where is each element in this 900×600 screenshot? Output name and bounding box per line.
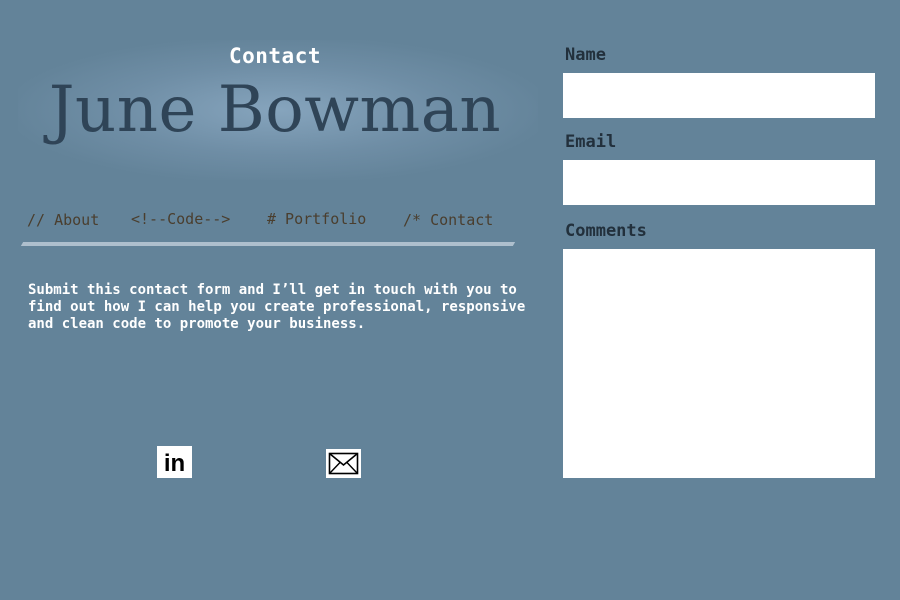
nav-link-about[interactable]: // About bbox=[27, 211, 99, 229]
nav-link-code[interactable]: <!--Code--> bbox=[131, 210, 230, 228]
name-label: Name bbox=[565, 45, 606, 65]
main-nav: // About <!--Code--> # Portfolio /* Cont… bbox=[27, 208, 517, 234]
envelope-icon bbox=[326, 449, 361, 478]
nav-link-contact[interactable]: /* Contact bbox=[403, 211, 493, 229]
name-field[interactable] bbox=[563, 73, 875, 118]
nav-divider bbox=[20, 242, 516, 246]
nav-link-portfolio[interactable]: # Portfolio bbox=[267, 210, 366, 228]
email-label: Email bbox=[565, 132, 617, 152]
page-label: Contact bbox=[228, 44, 321, 68]
intro-text: Submit this contact form and I’ll get in… bbox=[28, 282, 526, 332]
linkedin-logo-text: in bbox=[164, 450, 185, 477]
linkedin-link[interactable]: in bbox=[157, 446, 192, 478]
email-field[interactable] bbox=[563, 160, 875, 205]
email-link[interactable] bbox=[326, 449, 361, 478]
comments-textarea[interactable] bbox=[563, 249, 875, 478]
site-name: June Bowman bbox=[48, 73, 502, 147]
linkedin-icon: in bbox=[157, 446, 192, 478]
comments-label: Comments bbox=[565, 221, 647, 241]
